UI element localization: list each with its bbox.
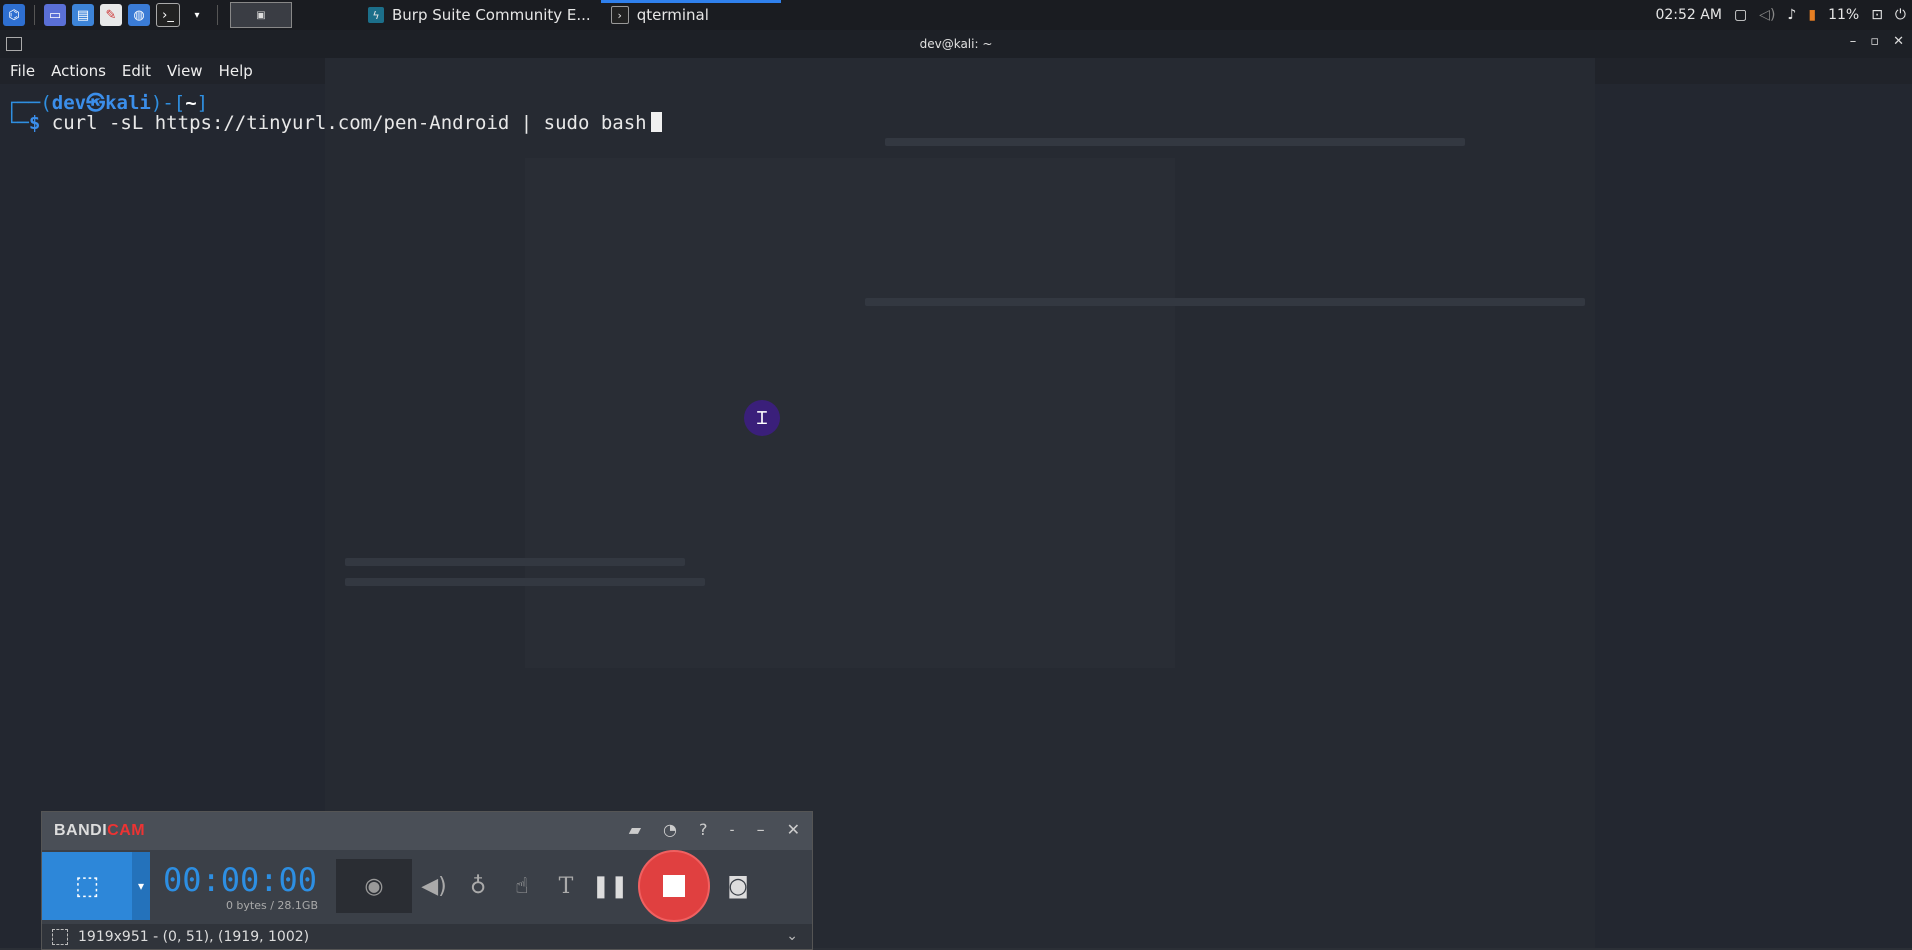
- menu-help[interactable]: Help: [219, 62, 253, 80]
- close-icon[interactable]: ✕: [1893, 34, 1904, 49]
- ghost-text: [345, 578, 705, 586]
- volume-icon[interactable]: ◁): [1759, 7, 1775, 23]
- prompt-dollar: $: [28, 112, 41, 134]
- mouse-effect-button[interactable]: ☝: [500, 859, 544, 913]
- taskbar-item-qterminal[interactable]: › qterminal: [600, 0, 781, 30]
- menu-actions[interactable]: Actions: [51, 62, 106, 80]
- battery-percent: 11%: [1828, 7, 1860, 23]
- speaker-button[interactable]: ◀): [412, 859, 456, 913]
- webcam-icon: ◉: [364, 873, 384, 899]
- prompt-frame: ┌──(: [6, 92, 52, 114]
- pause-icon: ❚❚: [591, 873, 629, 899]
- rectangle-select-icon: ⬚: [74, 871, 100, 901]
- recording-timer: 00:00:00 0 bytes / 28.1GB: [150, 861, 330, 912]
- minimize-icon[interactable]: ˗: [730, 820, 735, 839]
- burp-icon: ϟ: [368, 7, 384, 23]
- terminal-prompt-line: ┌──(dev㉿kali)-[~]: [6, 88, 208, 115]
- menu-edit[interactable]: Edit: [122, 62, 151, 80]
- maximize-icon[interactable]: ▫: [1870, 34, 1879, 49]
- clock-icon[interactable]: ◔: [663, 820, 677, 839]
- ghost-text: [865, 298, 1585, 306]
- bandicam-logo: BANDICAM: [54, 822, 146, 839]
- text-icon: T: [558, 873, 574, 899]
- text-editor-icon[interactable]: ✎: [100, 4, 122, 26]
- speaker-icon: ◀): [421, 873, 447, 899]
- terminal-icon: ▣: [256, 9, 266, 21]
- screenshot-button[interactable]: ◙: [716, 859, 760, 913]
- camera-icon: ◙: [727, 873, 749, 899]
- mode-dropdown-button[interactable]: ▾: [132, 852, 150, 920]
- terminal-icon: ›: [610, 6, 629, 24]
- prompt-user: dev: [51, 92, 87, 114]
- prompt-frame: ]: [196, 92, 209, 114]
- bandicam-header: BANDICAM ▰ ◔ ? ˗ – ✕: [42, 812, 812, 850]
- taskbar-item-label: qterminal: [636, 6, 709, 24]
- prompt-host: kali: [105, 92, 151, 114]
- window-menu-icon[interactable]: [6, 37, 22, 51]
- chevron-down-icon[interactable]: ⌄: [786, 928, 798, 944]
- prompt-at: ㉿: [86, 92, 106, 114]
- taskbar-separator: [34, 5, 35, 25]
- prompt-frame: )-[: [150, 92, 186, 114]
- microphone-icon: ♁: [469, 873, 487, 899]
- bandicam-toolbar: BANDICAM ▰ ◔ ? ˗ – ✕ ⬚ ▾ 00:00:00 0 byte…: [41, 811, 813, 950]
- stop-record-button[interactable]: [638, 850, 710, 922]
- notification-bell-icon[interactable]: ♪: [1787, 7, 1796, 23]
- collapse-icon[interactable]: –: [757, 820, 765, 839]
- screen-mode-button[interactable]: ⬚: [42, 852, 132, 920]
- webcam-button[interactable]: ◉: [336, 859, 412, 913]
- region-bar[interactable]: 1919x951 - (0, 51), (1919, 1002) ⌄: [42, 924, 812, 949]
- browser-icon[interactable]: ◍: [128, 4, 150, 26]
- ghost-text: [885, 138, 1465, 146]
- mouse-click-icon: ☝: [515, 873, 529, 899]
- logout-icon[interactable]: ⏻: [1895, 7, 1906, 23]
- workspace-switcher[interactable]: ▣: [230, 2, 292, 28]
- taskbar-item-burp[interactable]: ϟ Burp Suite Community E...: [358, 0, 601, 30]
- system-tray: 02:52 AM ▢ ◁) ♪ ▮ 11% ⊡ ⏻: [1649, 0, 1912, 30]
- file-manager-icon[interactable]: ▤: [72, 4, 94, 26]
- menu-file[interactable]: File: [10, 62, 35, 80]
- stop-icon: [663, 875, 685, 897]
- taskbar-separator: [217, 5, 218, 25]
- window-titlebar: dev@kali: ~ – ▫ ✕: [0, 30, 1912, 58]
- kali-menu-icon[interactable]: ⌬: [3, 4, 25, 26]
- terminal-icon[interactable]: ›_: [156, 3, 180, 27]
- prompt-frame: └─: [6, 112, 29, 134]
- background-window-panel: [525, 158, 1175, 668]
- close-icon[interactable]: ✕: [787, 820, 800, 839]
- window-title: dev@kali: ~: [919, 37, 993, 51]
- pause-button[interactable]: ❚❚: [588, 859, 632, 913]
- text-cursor: [650, 112, 662, 132]
- folder-icon[interactable]: ▰: [629, 820, 641, 839]
- region-select-icon: [52, 928, 68, 945]
- display-icon[interactable]: ▢: [1734, 7, 1747, 23]
- file-size: 0 bytes / 28.1GB: [225, 898, 318, 912]
- help-icon[interactable]: ?: [699, 820, 708, 839]
- ghost-text: [345, 558, 685, 566]
- text-overlay-button[interactable]: T: [544, 859, 588, 913]
- prompt-dir: ~: [185, 92, 197, 114]
- show-desktop-icon[interactable]: ▭: [44, 4, 66, 26]
- terminal-command: curl -sL https://tinyurl.com/pen-Android…: [51, 112, 647, 134]
- menu-view[interactable]: View: [167, 62, 203, 80]
- taskbar-item-label: Burp Suite Community E...: [392, 6, 591, 24]
- microphone-button[interactable]: ♁: [456, 859, 500, 913]
- mouse-cursor-ibeam-icon: Ɪ: [744, 400, 780, 436]
- battery-icon[interactable]: ▮: [1808, 7, 1816, 23]
- chevron-down-icon[interactable]: ▾: [186, 4, 208, 26]
- timer-value: 00:00:00: [162, 860, 318, 899]
- chevron-down-icon: ▾: [137, 879, 145, 893]
- minimize-icon[interactable]: –: [1850, 34, 1857, 49]
- taskbar: ⌬ ▭ ▤ ✎ ◍ ›_ ▾ ▣ ϟ Burp Suite Community …: [0, 0, 1912, 30]
- clock[interactable]: 02:52 AM: [1655, 7, 1721, 23]
- lock-icon[interactable]: ⊡: [1871, 7, 1883, 23]
- terminal-command-line[interactable]: └─$ curl -sL https://tinyurl.com/pen-And…: [6, 112, 662, 134]
- region-info: 1919x951 - (0, 51), (1919, 1002): [78, 928, 310, 945]
